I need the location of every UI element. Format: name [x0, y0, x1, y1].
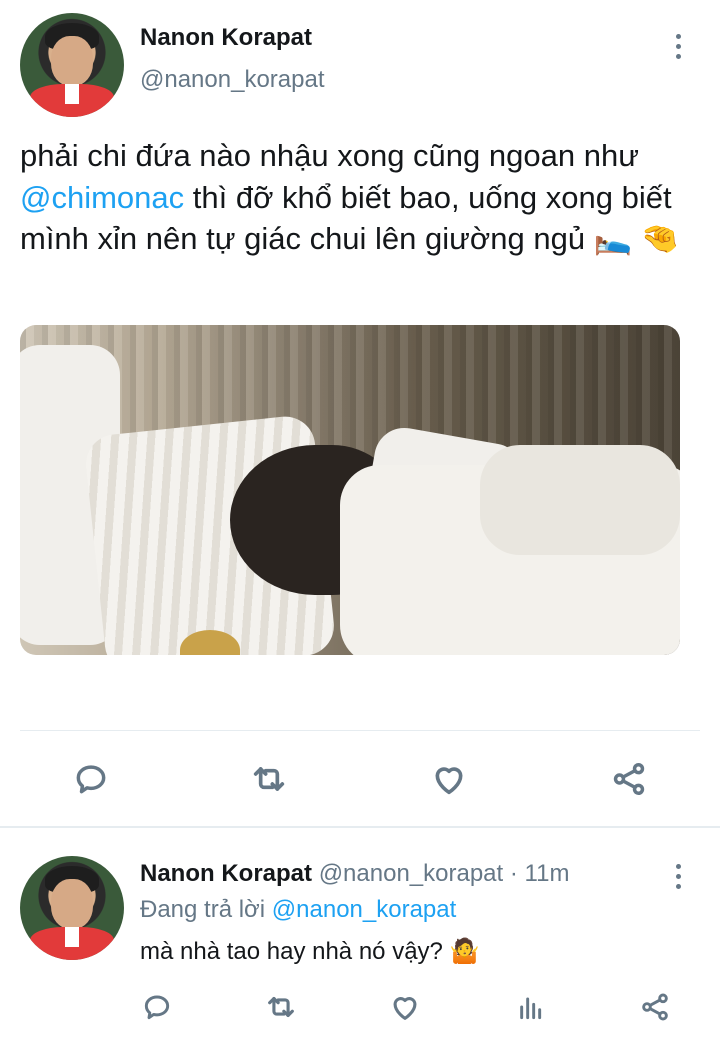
- reply-text: mà nhà tao hay nhà nó vậy? 🤷: [140, 938, 480, 965]
- author-name[interactable]: Nanon Korapat: [140, 860, 312, 887]
- like-icon[interactable]: [388, 990, 422, 1024]
- tweet-text-part: phải chi đứa nào nhậu xong cũng ngoan nh…: [20, 138, 639, 173]
- reply-icon[interactable]: [140, 990, 174, 1024]
- author-handle[interactable]: @nanon_korapat: [319, 860, 504, 887]
- tweet-photo[interactable]: [20, 325, 680, 655]
- section-divider: [0, 826, 720, 828]
- replying-to: Đang trả lời @nanon_korapat: [140, 896, 456, 924]
- tweet-time: 11m: [524, 860, 570, 887]
- reply-icon[interactable]: [70, 758, 112, 800]
- retweet-icon[interactable]: [264, 990, 298, 1024]
- analytics-icon[interactable]: [514, 990, 548, 1024]
- replying-label: Đang trả lời: [140, 896, 266, 923]
- main-tweet: Nanon Korapat @nanon_korapat phải chi đứ…: [0, 0, 720, 820]
- share-icon[interactable]: [608, 758, 650, 800]
- tweet-text: phải chi đứa nào nhậu xong cũng ngoan nh…: [20, 135, 700, 260]
- retweet-icon[interactable]: [248, 758, 290, 800]
- more-vertical-icon[interactable]: [663, 858, 693, 894]
- replying-to-link[interactable]: @nanon_korapat: [272, 896, 457, 923]
- like-icon[interactable]: [428, 758, 470, 800]
- author-name[interactable]: Nanon Korapat: [140, 24, 312, 52]
- avatar[interactable]: [20, 856, 124, 960]
- author-handle[interactable]: @nanon_korapat: [140, 66, 325, 94]
- more-vertical-icon[interactable]: [663, 28, 693, 64]
- meta-separator: ·: [509, 860, 518, 887]
- reply-meta: Nanon Korapat @nanon_korapat · 11m: [140, 860, 569, 888]
- share-icon[interactable]: [638, 990, 672, 1024]
- avatar[interactable]: [20, 13, 124, 117]
- mention-link[interactable]: @chimonac: [20, 180, 184, 215]
